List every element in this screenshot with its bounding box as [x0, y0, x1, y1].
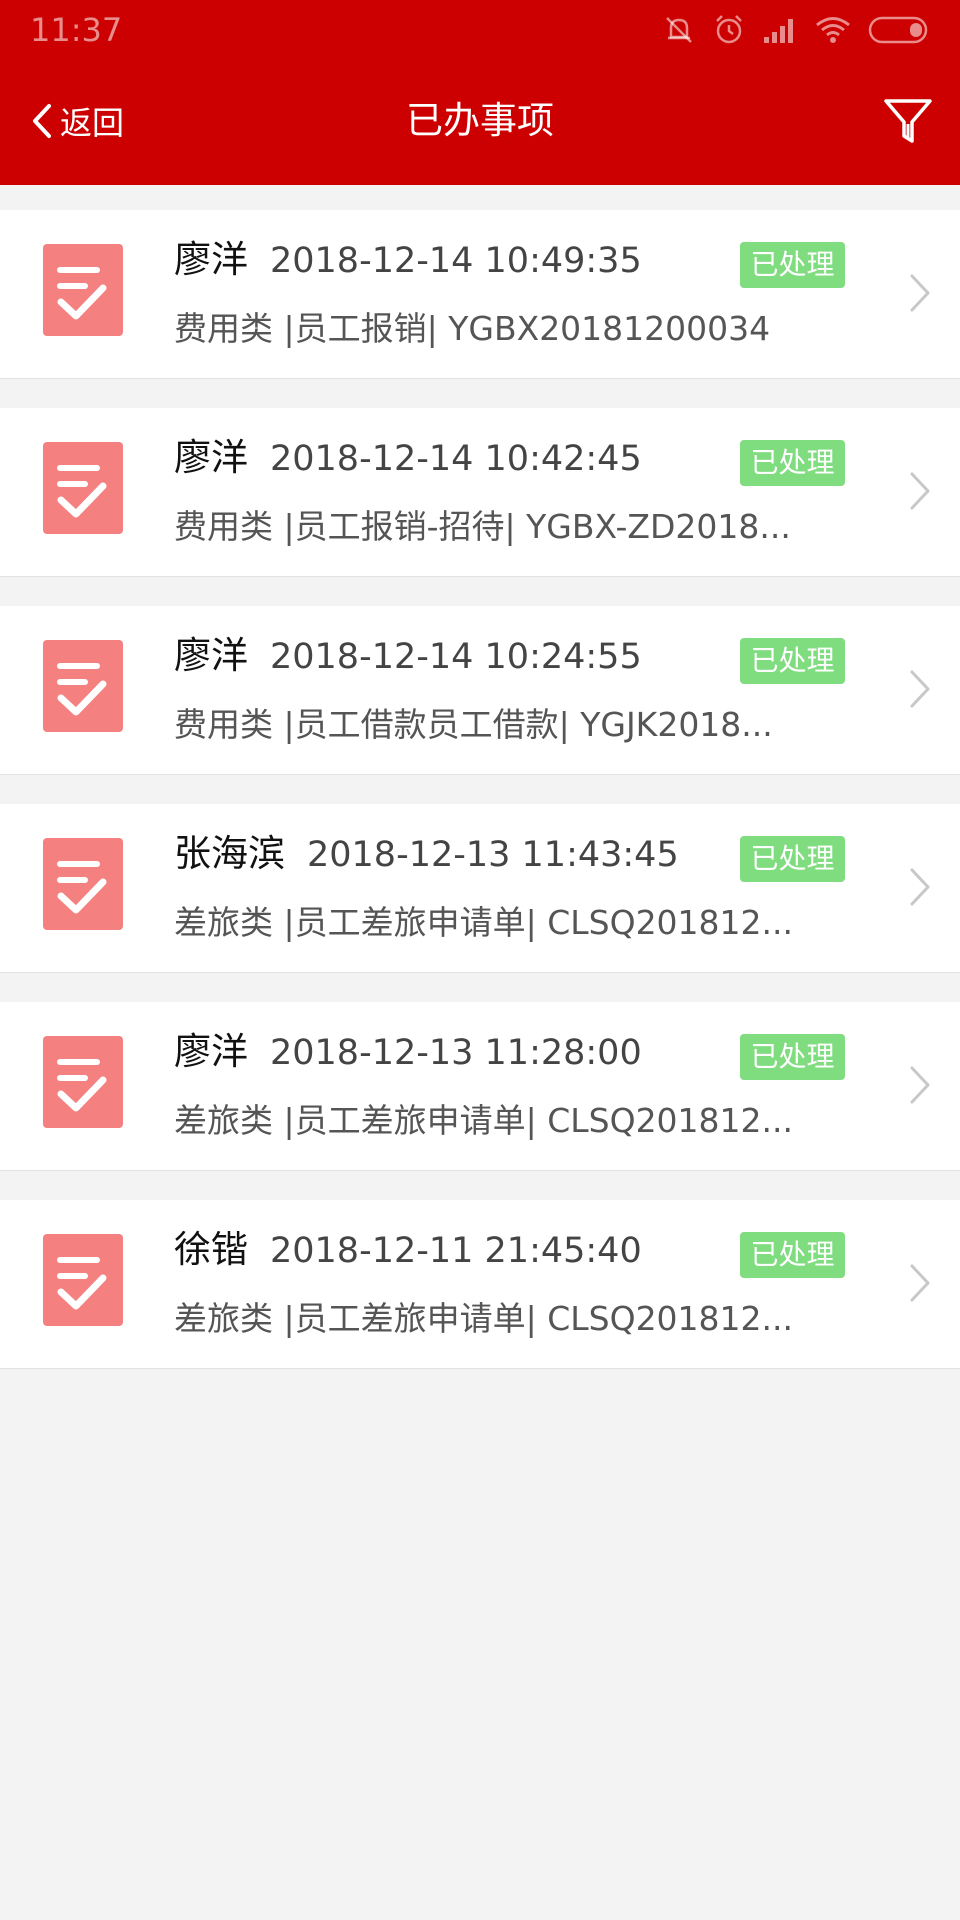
status-time: 11:37 — [30, 11, 123, 49]
filter-button[interactable] — [882, 96, 934, 148]
item-time: 2018-12-14 10:49:35 — [270, 241, 642, 281]
item-time: 2018-12-14 10:42:45 — [270, 439, 642, 479]
item-description: 费用类 |员工报销| YGBX20181200034 — [174, 309, 771, 348]
applicant-name: 廖洋 — [174, 238, 248, 281]
task-check-icon — [43, 1036, 123, 1128]
item-time: 2018-12-13 11:43:45 — [307, 835, 679, 875]
status-badge: 已处理 — [740, 440, 845, 486]
item-header: 徐锴 2018-12-11 21:45:40 — [174, 1226, 642, 1275]
battery-icon — [868, 16, 928, 44]
item-description: 费用类 |员工报销-招待| YGBX-ZD2018... — [174, 507, 791, 546]
chevron-right-icon — [910, 1066, 930, 1104]
item-header: 廖洋 2018-12-14 10:49:35 — [174, 236, 642, 285]
applicant-name: 张海滨 — [174, 832, 285, 875]
list-item[interactable]: 廖洋 2018-12-14 10:24:55 已处理 费用类 |员工借款员工借款|… — [0, 606, 960, 775]
item-header: 张海滨 2018-12-13 11:43:45 — [174, 830, 679, 879]
alarm-icon — [716, 15, 742, 44]
chevron-right-icon — [910, 868, 930, 906]
status-badge: 已处理 — [740, 836, 845, 882]
status-badge: 已处理 — [740, 638, 845, 684]
status-badge: 已处理 — [740, 1232, 845, 1278]
task-list: 廖洋 2018-12-14 10:49:35 已处理 费用类 |员工报销| YGB… — [0, 210, 960, 1398]
status-icons — [662, 12, 930, 48]
chevron-right-icon — [910, 472, 930, 510]
chevron-right-icon — [910, 274, 930, 312]
task-check-icon — [43, 244, 123, 336]
item-time: 2018-12-14 10:24:55 — [270, 637, 642, 677]
task-check-icon — [43, 1234, 123, 1326]
chevron-right-icon — [910, 670, 930, 708]
applicant-name: 徐锴 — [174, 1228, 248, 1271]
status-bar: 11:37 — [0, 0, 960, 60]
list-item[interactable]: 张海滨 2018-12-13 11:43:45 已处理 差旅类 |员工差旅申请单|… — [0, 804, 960, 973]
item-description: 费用类 |员工借款员工借款| YGJK2018... — [174, 705, 773, 744]
mute-icon — [666, 17, 692, 43]
nav-bar: 返回 已办事项 — [0, 60, 960, 185]
chevron-right-icon — [910, 1264, 930, 1302]
applicant-name: 廖洋 — [174, 1030, 248, 1073]
item-header: 廖洋 2018-12-14 10:42:45 — [174, 434, 642, 483]
task-check-icon — [43, 838, 123, 930]
item-description: 差旅类 |员工差旅申请单| CLSQ201812... — [174, 903, 794, 942]
status-badge: 已处理 — [740, 1034, 845, 1080]
applicant-name: 廖洋 — [174, 634, 248, 677]
page-title: 已办事项 — [406, 99, 554, 142]
filter-icon — [884, 99, 932, 143]
signal-icon — [764, 19, 793, 43]
item-header: 廖洋 2018-12-13 11:28:00 — [174, 1028, 642, 1077]
task-check-icon — [43, 442, 123, 534]
list-item[interactable]: 徐锴 2018-12-11 21:45:40 已处理 差旅类 |员工差旅申请单| … — [0, 1200, 960, 1369]
item-description: 差旅类 |员工差旅申请单| CLSQ201812... — [174, 1299, 794, 1338]
status-badge: 已处理 — [740, 242, 845, 288]
task-check-icon — [43, 640, 123, 732]
item-header: 廖洋 2018-12-14 10:24:55 — [174, 632, 642, 681]
list-item[interactable]: 廖洋 2018-12-14 10:42:45 已处理 费用类 |员工报销-招待| … — [0, 408, 960, 577]
item-time: 2018-12-13 11:28:00 — [270, 1033, 642, 1073]
item-time: 2018-12-11 21:45:40 — [270, 1231, 642, 1271]
list-item[interactable]: 廖洋 2018-12-13 11:28:00 已处理 差旅类 |员工差旅申请单| … — [0, 1002, 960, 1171]
wifi-icon — [816, 17, 850, 43]
list-item[interactable]: 廖洋 2018-12-14 10:49:35 已处理 费用类 |员工报销| YGB… — [0, 210, 960, 379]
item-description: 差旅类 |员工差旅申请单| CLSQ201812... — [174, 1101, 794, 1140]
applicant-name: 廖洋 — [174, 436, 248, 479]
